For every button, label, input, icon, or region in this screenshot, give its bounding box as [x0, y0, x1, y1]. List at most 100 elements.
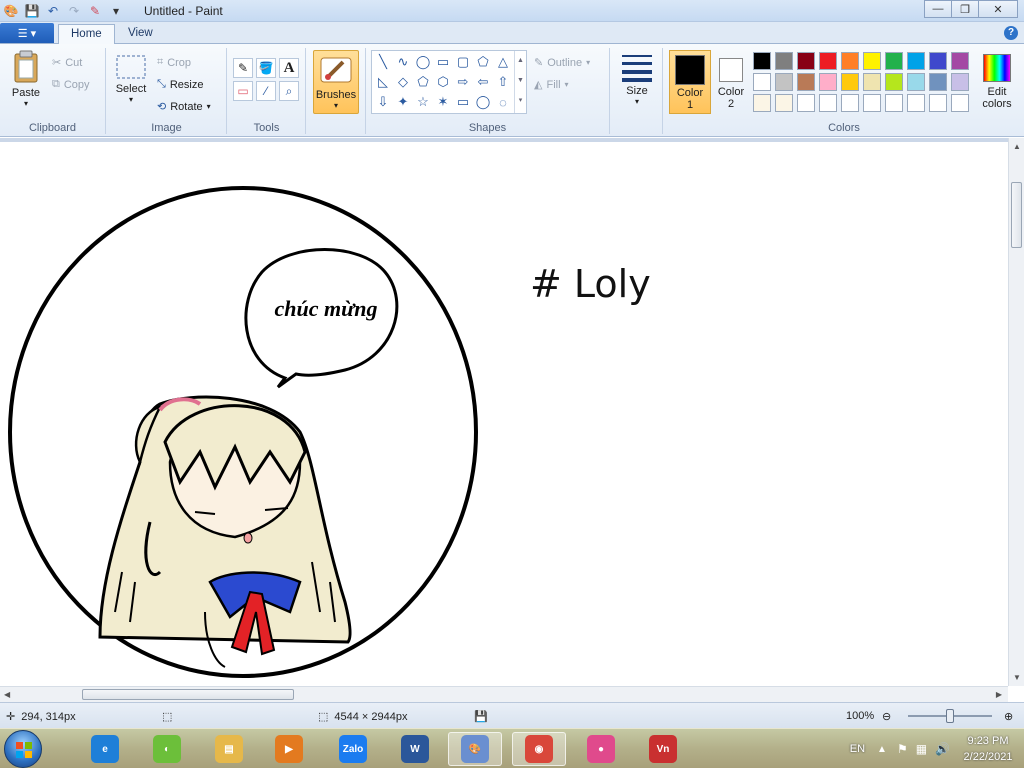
palette-swatch[interactable]: [951, 94, 969, 112]
taskbar-app-word[interactable]: W: [388, 732, 442, 766]
taskbar-app-media-player[interactable]: ▶: [262, 732, 316, 766]
redo-icon[interactable]: ↷: [65, 2, 83, 20]
palette-swatch[interactable]: [951, 52, 969, 70]
palette-swatch[interactable]: [753, 52, 771, 70]
file-menu-button[interactable]: ☰ ▾: [0, 23, 54, 43]
drawing-canvas[interactable]: chúc mừng # Loly: [0, 142, 1008, 686]
shape-diamond[interactable]: ◇: [394, 73, 412, 91]
scroll-left-icon[interactable]: ◀: [4, 690, 10, 699]
palette-swatch[interactable]: [841, 94, 859, 112]
horizontal-scroll-thumb[interactable]: [82, 689, 294, 700]
shape-rounded-rectangle[interactable]: ▢: [454, 53, 472, 71]
cut-button[interactable]: ✂ Cut: [52, 56, 82, 70]
palette-swatch[interactable]: [797, 94, 815, 112]
color1-button[interactable]: Color 1: [669, 50, 711, 114]
shape-rectangle[interactable]: ▭: [434, 53, 452, 71]
network-icon[interactable]: ▦: [916, 742, 927, 756]
fill-bucket-icon[interactable]: 🪣: [256, 58, 276, 78]
taskbar-app-chrome[interactable]: ◉: [512, 732, 566, 766]
taskbar-app-paint[interactable]: 🎨: [448, 732, 502, 766]
palette-swatch[interactable]: [885, 73, 903, 91]
taskbar-app-color-app[interactable]: ●: [574, 732, 628, 766]
shape-down-arrow[interactable]: ⇩: [374, 93, 392, 111]
palette-swatch[interactable]: [797, 73, 815, 91]
start-button[interactable]: [4, 730, 42, 768]
close-button[interactable]: ✕: [978, 0, 1018, 18]
shape-right-triangle[interactable]: ◺: [374, 73, 392, 91]
palette-swatch[interactable]: [951, 73, 969, 91]
select-button[interactable]: Select ▾: [113, 54, 149, 104]
palette-swatch[interactable]: [819, 52, 837, 70]
palette-swatch[interactable]: [929, 94, 947, 112]
palette-swatch[interactable]: [819, 94, 837, 112]
shape-left-arrow[interactable]: ⇦: [474, 73, 492, 91]
color2-button[interactable]: Color 2: [713, 50, 749, 114]
palette-swatch[interactable]: [797, 52, 815, 70]
palette-swatch[interactable]: [775, 73, 793, 91]
palette-swatch[interactable]: [841, 52, 859, 70]
tab-view[interactable]: View: [116, 24, 165, 45]
scroll-up-icon[interactable]: ▲: [1013, 142, 1021, 151]
action-center-flag-icon[interactable]: ⚑: [897, 742, 908, 756]
paste-button[interactable]: Paste ▾: [6, 50, 46, 108]
eraser-icon[interactable]: ▭: [233, 81, 253, 101]
palette-swatch[interactable]: [929, 73, 947, 91]
show-hidden-icons-icon[interactable]: ▲: [877, 744, 887, 755]
magnifier-icon[interactable]: ⌕: [279, 81, 299, 101]
shape-curve[interactable]: ∿: [394, 53, 412, 71]
shape-oval-callout[interactable]: ◯: [474, 93, 492, 111]
taskbar-app-file-explorer[interactable]: ▤: [202, 732, 256, 766]
language-indicator[interactable]: EN: [850, 743, 865, 755]
brushes-button[interactable]: Brushes ▾: [313, 50, 359, 114]
palette-swatch[interactable]: [753, 73, 771, 91]
palette-swatch[interactable]: [885, 52, 903, 70]
zoom-slider-thumb[interactable]: [946, 709, 954, 723]
palette-swatch[interactable]: [841, 73, 859, 91]
outline-button[interactable]: ✎ Outline ▾: [534, 56, 590, 70]
shape-oval[interactable]: ◯: [414, 53, 432, 71]
shape-six-point-star[interactable]: ✶: [434, 93, 452, 111]
shape-rect-callout[interactable]: ▭: [454, 93, 472, 111]
paint-app-icon[interactable]: 🎨: [2, 2, 20, 20]
palette-swatch[interactable]: [775, 52, 793, 70]
eraser-quick-icon[interactable]: ✎: [86, 2, 104, 20]
copy-button[interactable]: ⧉ Copy: [52, 78, 90, 91]
palette-swatch[interactable]: [907, 73, 925, 91]
taskbar-app-zalo[interactable]: Zalo: [326, 732, 380, 766]
palette-swatch[interactable]: [753, 94, 771, 112]
palette-swatch[interactable]: [907, 52, 925, 70]
volume-icon[interactable]: 🔊: [935, 742, 950, 756]
undo-icon[interactable]: ↶: [44, 2, 62, 20]
palette-swatch[interactable]: [929, 52, 947, 70]
palette-swatch[interactable]: [863, 73, 881, 91]
taskbar-app-unikey[interactable]: Vn: [636, 732, 690, 766]
size-button[interactable]: Size ▾: [617, 52, 657, 106]
shape-four-point-star[interactable]: ✦: [394, 93, 412, 111]
scroll-right-icon[interactable]: ▶: [996, 690, 1002, 699]
color-picker-icon[interactable]: ⁄: [256, 81, 276, 101]
rotate-button[interactable]: ⟲ Rotate ▾: [157, 100, 211, 114]
tab-home[interactable]: Home: [58, 24, 115, 45]
taskbar-app-internet-explorer[interactable]: e: [78, 732, 132, 766]
minimize-button[interactable]: —: [924, 0, 952, 18]
customize-qat-dropdown-icon[interactable]: ▾: [107, 2, 125, 20]
shape-cloud-callout[interactable]: ◌: [494, 93, 512, 111]
edit-colors-button[interactable]: Edit colors: [976, 54, 1018, 110]
shape-hexagon[interactable]: ⬡: [434, 73, 452, 91]
pencil-icon[interactable]: ✎: [233, 58, 253, 78]
taskbar-app-coccoc[interactable]: ◐: [140, 732, 194, 766]
palette-swatch[interactable]: [907, 94, 925, 112]
palette-swatch[interactable]: [775, 94, 793, 112]
palette-swatch[interactable]: [885, 94, 903, 112]
scroll-down-icon[interactable]: ▼: [1013, 673, 1021, 682]
shapes-scroll[interactable]: ▲ ▼ ▾: [514, 51, 526, 113]
shape-up-arrow[interactable]: ⇧: [494, 73, 512, 91]
restore-button[interactable]: ❐: [951, 0, 979, 18]
vertical-scrollbar[interactable]: ▲ ▼: [1008, 138, 1024, 686]
shape-five-point-star[interactable]: ☆: [414, 93, 432, 111]
save-icon[interactable]: 💾: [23, 2, 41, 20]
fill-button[interactable]: ◭ Fill ▾: [534, 78, 569, 92]
shape-polygon[interactable]: ⬠: [474, 53, 492, 71]
resize-button[interactable]: ⤡ Resize: [157, 78, 203, 91]
shape-triangle[interactable]: △: [494, 53, 512, 71]
